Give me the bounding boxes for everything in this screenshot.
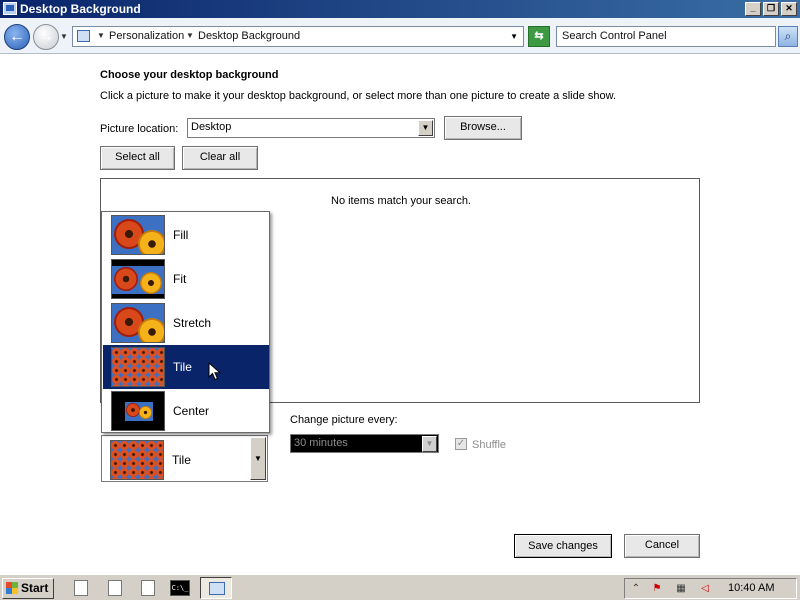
change-picture-label: Change picture every: [290, 414, 398, 426]
browse-button[interactable]: Browse... [444, 116, 522, 140]
position-option-fill[interactable]: Fill [103, 213, 269, 257]
picture-position-value: Tile [172, 453, 191, 467]
minimize-button[interactable]: _ [745, 2, 761, 16]
breadcrumb-arrow-icon[interactable]: ▼ [186, 31, 194, 40]
breadcrumb-arrow-icon[interactable]: ▼ [97, 31, 105, 40]
command-prompt-icon[interactable]: C:\_ [170, 580, 190, 596]
position-option-stretch[interactable]: Stretch [103, 301, 269, 345]
clock[interactable]: 10:40 AM [728, 582, 774, 594]
breadcrumb-personalization[interactable]: Personalization [109, 30, 184, 42]
history-dropdown-icon[interactable]: ▼ [60, 32, 68, 41]
window-title: Desktop Background [20, 2, 141, 16]
chevron-down-icon[interactable]: ▼ [418, 120, 433, 136]
option-label: Stretch [173, 316, 212, 330]
address-dropdown-icon[interactable]: ▼ [510, 32, 518, 41]
chevron-down-icon: ▼ [422, 436, 437, 452]
picture-position-select[interactable]: Tile ▼ [101, 435, 268, 482]
position-option-tile[interactable]: Tile [103, 345, 269, 389]
close-button[interactable]: ✕ [781, 2, 797, 16]
page-heading: Choose your desktop background [100, 69, 279, 81]
taskbar-button-desktop-background[interactable] [200, 577, 232, 599]
instruction-text: Click a picture to make it your desktop … [100, 90, 617, 102]
search-icon[interactable]: ⌕ [778, 26, 798, 47]
document-icon[interactable] [141, 580, 155, 596]
chevron-down-icon[interactable]: ▼ [250, 437, 266, 480]
start-label: Start [21, 581, 49, 595]
option-label: Center [173, 404, 210, 418]
forward-button[interactable]: → [33, 24, 59, 50]
fit-thumbnail [111, 259, 165, 299]
clear-all-button[interactable]: Clear all [182, 146, 258, 170]
taskbar: Start C:\_ ⌃ ⚑ ▦ ◁ 10:40 AM [0, 574, 800, 600]
interval-select: 30 minutes ▼ [290, 434, 439, 453]
mouse-cursor-icon [208, 362, 222, 381]
system-tray: ⌃ ⚑ ▦ ◁ 10:40 AM [624, 578, 797, 599]
position-option-fit[interactable]: Fit [103, 257, 269, 301]
tile-thumbnail [111, 347, 165, 387]
interval-value: 30 minutes [294, 437, 348, 449]
position-option-center[interactable]: Center [103, 389, 269, 433]
document-icon[interactable] [108, 580, 122, 596]
shuffle-label: Shuffle [472, 439, 507, 451]
fill-thumbnail [111, 215, 165, 255]
cancel-button[interactable]: Cancel [624, 534, 700, 558]
windows-logo-icon [6, 582, 18, 594]
restore-button[interactable]: ❐ [763, 2, 779, 16]
volume-muted-icon[interactable]: ◁ [698, 582, 712, 596]
navigation-bar: ← → ▼ ▼ Personalization ▼ Desktop Backgr… [0, 18, 800, 54]
breadcrumb-desktop-background[interactable]: Desktop Background [198, 30, 300, 42]
save-changes-button[interactable]: Save changes [514, 534, 612, 558]
title-bar: Desktop Background _ ❐ ✕ [0, 0, 800, 18]
center-thumbnail [111, 391, 165, 431]
search-input[interactable]: Search Control Panel [556, 26, 776, 47]
control-panel-icon [3, 2, 17, 15]
start-button[interactable]: Start [2, 578, 54, 599]
control-panel-icon [77, 30, 90, 42]
show-hidden-icons-icon[interactable]: ⌃ [629, 582, 643, 596]
back-button[interactable]: ← [4, 24, 30, 50]
network-icon[interactable]: ▦ [674, 582, 688, 596]
picture-location-label: Picture location: [100, 123, 179, 135]
action-center-icon[interactable]: ⚑ [650, 582, 664, 596]
address-bar[interactable]: ▼ Personalization ▼ Desktop Background ▼ [72, 26, 524, 47]
refresh-button[interactable]: ⇆ [528, 26, 550, 47]
option-label: Fill [173, 228, 189, 242]
shuffle-checkbox: ✓ [455, 438, 467, 450]
document-icon[interactable] [74, 580, 88, 596]
option-label: Fit [173, 272, 187, 286]
tile-thumbnail [110, 440, 164, 480]
picture-position-dropdown: Fill Fit Stretch Tile Center [101, 211, 270, 433]
option-label: Tile [173, 360, 192, 374]
picture-location-value: Desktop [191, 121, 232, 133]
empty-message: No items match your search. [331, 195, 471, 207]
stretch-thumbnail [111, 303, 165, 343]
picture-location-select[interactable]: Desktop ▼ [187, 118, 435, 138]
select-all-button[interactable]: Select all [100, 146, 175, 170]
